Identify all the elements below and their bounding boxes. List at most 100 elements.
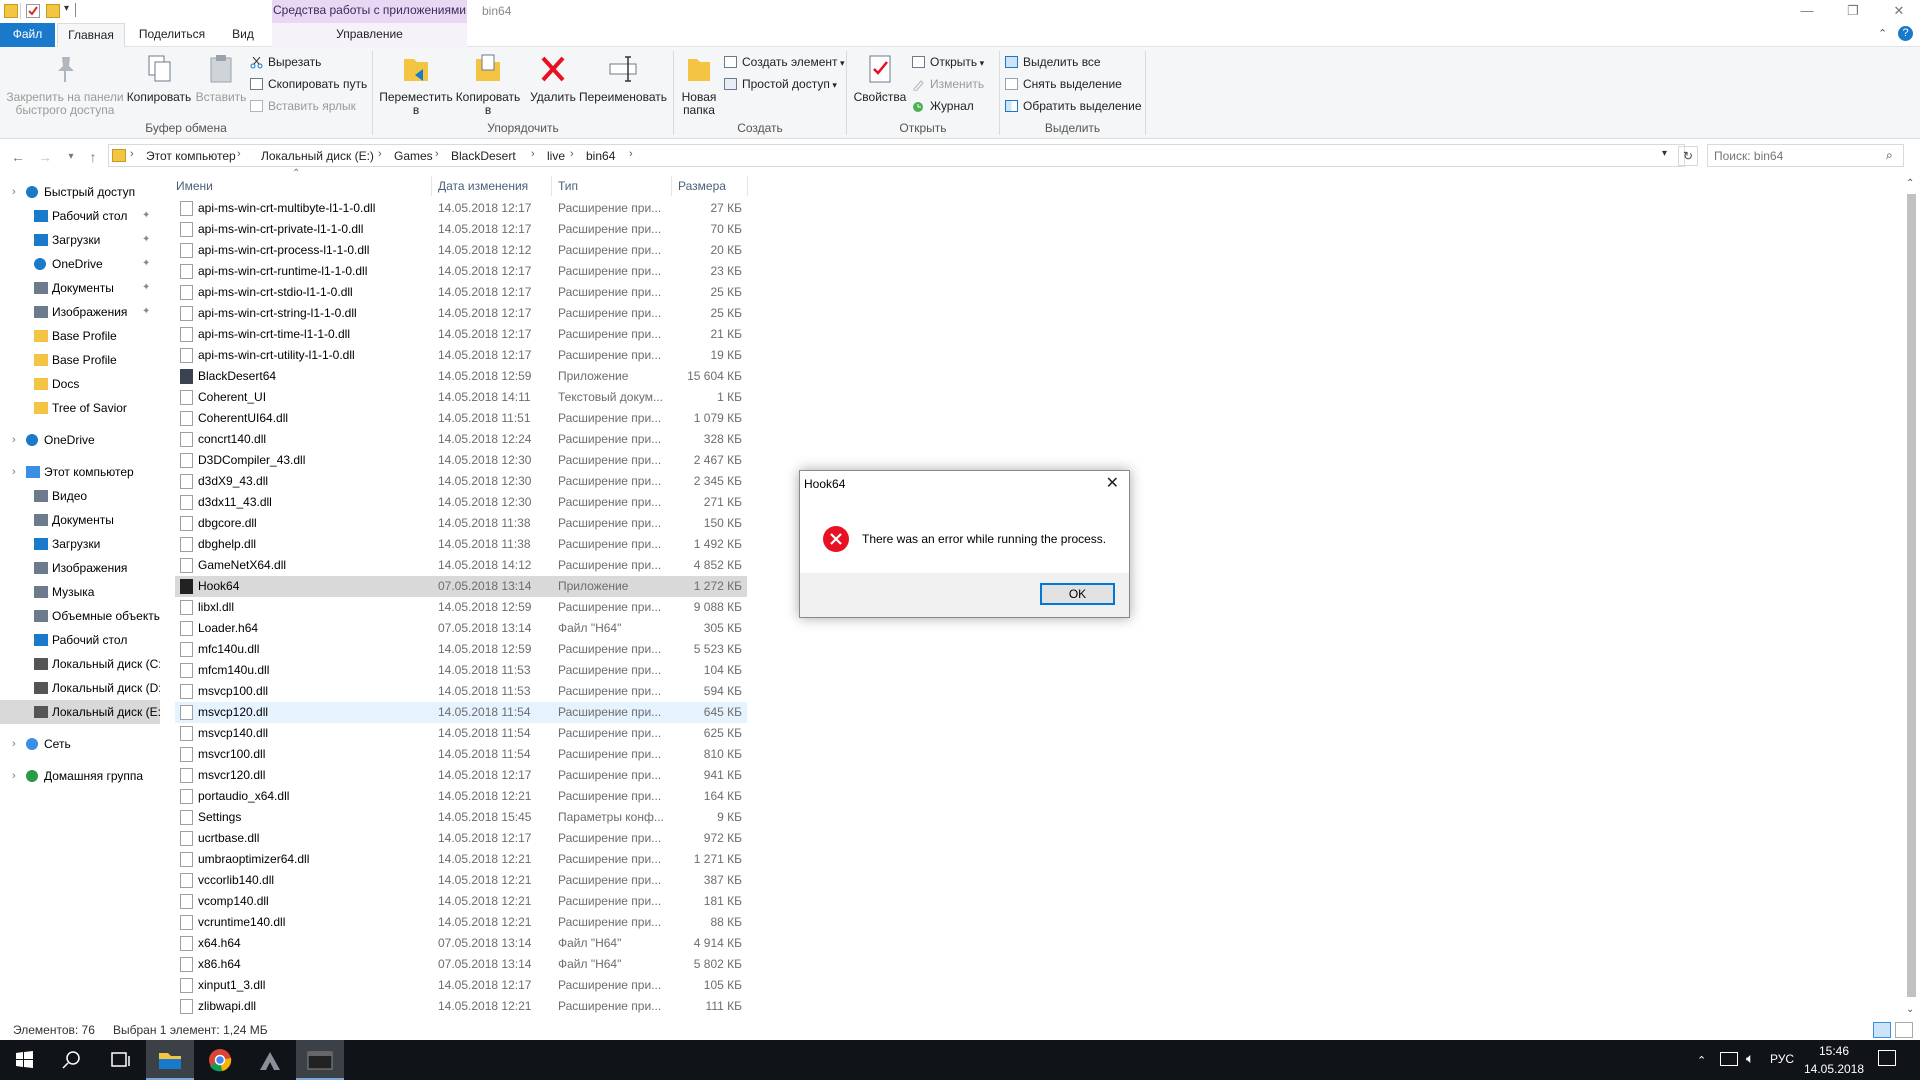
column-header-name[interactable]: Имени — [170, 176, 432, 196]
chevron-down-icon[interactable]: ▾ — [64, 3, 69, 14]
tab-manage[interactable]: Управление — [272, 23, 467, 47]
expand-chevron-icon[interactable]: › — [12, 732, 16, 756]
nav-item[interactable]: Рабочий стол ✦ — [0, 204, 160, 228]
nav-item[interactable]: › Домашняя группа — [0, 764, 160, 788]
nav-item[interactable]: Музыка — [0, 580, 160, 604]
file-row[interactable]: api-ms-win-crt-private-l1-1-0.dll 14.05.2… — [175, 219, 747, 240]
address-dropdown-icon[interactable]: ▾ — [1662, 148, 1667, 159]
nav-item[interactable]: Изображения — [0, 556, 160, 580]
pin-quick-access-button[interactable]: Закрепить на панели быстрого доступа — [4, 47, 126, 117]
easy-access-button[interactable]: Простой доступ ▾ — [724, 75, 837, 93]
ok-button[interactable]: OK — [1040, 583, 1115, 605]
tab-view[interactable]: Вид — [218, 23, 268, 47]
expand-chevron-icon[interactable]: › — [12, 428, 16, 452]
close-button[interactable]: ✕ — [1876, 0, 1920, 23]
chevron-right-icon[interactable]: › — [378, 148, 382, 160]
file-row[interactable]: Hook64 07.05.2018 13:14 Приложение 1 272 КБ — [175, 576, 747, 597]
expand-chevron-icon[interactable]: › — [12, 180, 16, 204]
maximize-button[interactable]: ❐ — [1830, 0, 1876, 23]
nav-item[interactable]: › Быстрый доступ — [0, 180, 160, 204]
properties-button[interactable]: Свойства — [852, 47, 908, 104]
file-row[interactable]: mfcm140u.dll 14.05.2018 11:53 Расширение п… — [175, 660, 747, 681]
large-icons-view-icon[interactable] — [1895, 1022, 1913, 1038]
properties-icon[interactable] — [26, 4, 40, 18]
start-button[interactable] — [0, 1040, 48, 1080]
nav-item[interactable]: Рабочий стол — [0, 628, 160, 652]
file-row[interactable]: api-ms-win-crt-time-l1-1-0.dll 14.05.2018… — [175, 324, 747, 345]
chevron-right-icon[interactable]: › — [570, 148, 574, 160]
file-row[interactable]: api-ms-win-crt-stdio-l1-1-0.dll 14.05.201… — [175, 282, 747, 303]
nav-item[interactable]: OneDrive ✦ — [0, 252, 160, 276]
search-icon[interactable] — [48, 1040, 96, 1080]
vertical-scrollbar[interactable]: ⌃ ⌄ — [1903, 176, 1920, 1020]
file-row[interactable]: xinput1_3.dll 14.05.2018 12:17 Расширение … — [175, 975, 747, 996]
details-view-icon[interactable] — [1873, 1022, 1891, 1038]
paste-shortcut-button[interactable]: Вставить ярлык — [250, 97, 356, 115]
nav-item[interactable]: Локальный диск (C:) — [0, 652, 160, 676]
recent-locations-chevron-icon[interactable]: ▾ — [62, 148, 80, 166]
nav-item[interactable]: Видео — [0, 484, 160, 508]
input-language[interactable]: РУС — [1770, 1052, 1794, 1066]
nav-item[interactable]: Локальный диск (E:) — [0, 700, 160, 724]
file-row[interactable]: concrt140.dll 14.05.2018 12:24 Расширение … — [175, 429, 747, 450]
nav-item[interactable]: Объемные объекты — [0, 604, 160, 628]
tab-file[interactable]: Файл — [0, 23, 55, 47]
nav-item[interactable]: Документы — [0, 508, 160, 532]
nav-item[interactable]: Base Profile — [0, 324, 160, 348]
file-row[interactable]: api-ms-win-crt-runtime-l1-1-0.dll 14.05.2… — [175, 261, 747, 282]
file-row[interactable]: BlackDesert64 14.05.2018 12:59 Приложение 1… — [175, 366, 747, 387]
file-row[interactable]: ucrtbase.dll 14.05.2018 12:17 Расширение п… — [175, 828, 747, 849]
file-row[interactable]: vcomp140.dll 14.05.2018 12:21 Расширение п… — [175, 891, 747, 912]
file-row[interactable]: CoherentUI64.dll 14.05.2018 11:51 Расширен… — [175, 408, 747, 429]
file-row[interactable]: portaudio_x64.dll 14.05.2018 12:21 Расшире… — [175, 786, 747, 807]
file-row[interactable]: api-ms-win-crt-process-l1-1-0.dll 14.05.2… — [175, 240, 747, 261]
copy-to-button[interactable]: Копировать в — [452, 47, 524, 117]
file-row[interactable]: Settings 14.05.2018 15:45 Параметры конф..… — [175, 807, 747, 828]
file-row[interactable]: msvcp120.dll 14.05.2018 11:54 Расширение п… — [175, 702, 747, 723]
breadcrumb-games[interactable]: Games — [394, 149, 433, 163]
clock[interactable]: 15:46 14.05.2018 — [1798, 1042, 1870, 1078]
chevron-right-icon[interactable]: › — [435, 148, 439, 160]
open-button[interactable]: Открыть ▾ — [912, 53, 984, 71]
nav-item[interactable]: Загрузки ✦ — [0, 228, 160, 252]
select-all-button[interactable]: Выделить все — [1005, 53, 1101, 71]
network-icon[interactable] — [1720, 1052, 1738, 1066]
scrollbar-thumb[interactable] — [1907, 194, 1916, 997]
show-hidden-icons-chevron-icon[interactable]: ⌃ — [1697, 1054, 1706, 1067]
file-row[interactable]: dbgcore.dll 14.05.2018 11:38 Расширение пр… — [175, 513, 747, 534]
help-icon[interactable]: ? — [1898, 26, 1913, 41]
file-row[interactable]: msvcp140.dll 14.05.2018 11:54 Расширение п… — [175, 723, 747, 744]
minimize-button[interactable]: — — [1784, 0, 1830, 23]
select-none-button[interactable]: Снять выделение — [1005, 75, 1122, 93]
column-header-size[interactable]: Размера — [672, 176, 748, 196]
chevron-right-icon[interactable]: › — [531, 148, 535, 160]
file-row[interactable]: libxl.dll 14.05.2018 12:59 Расширение при.… — [175, 597, 747, 618]
new-item-button[interactable]: Создать элемент ▾ — [724, 53, 845, 71]
action-center-icon[interactable] — [1878, 1050, 1896, 1066]
file-row[interactable]: api-ms-win-crt-utility-l1-1-0.dll 14.05.2… — [175, 345, 747, 366]
file-row[interactable]: d3dX9_43.dll 14.05.2018 12:30 Расширение п… — [175, 471, 747, 492]
expand-chevron-icon[interactable]: › — [12, 764, 16, 788]
column-header-type[interactable]: Тип — [552, 176, 672, 196]
cut-button[interactable]: Вырезать — [250, 53, 321, 71]
chrome-icon[interactable] — [196, 1040, 244, 1080]
breadcrumb-drive-e[interactable]: Локальный диск (E:) — [261, 149, 374, 163]
nav-item[interactable]: Локальный диск (D:) — [0, 676, 160, 700]
hook64-taskbar-icon[interactable] — [296, 1040, 344, 1080]
tab-home[interactable]: Главная — [57, 23, 125, 48]
file-explorer-taskbar-icon[interactable] — [146, 1040, 194, 1080]
scroll-up-icon[interactable]: ⌃ — [1906, 178, 1914, 189]
chevron-right-icon[interactable]: › — [237, 148, 241, 160]
file-row[interactable]: msvcr120.dll 14.05.2018 12:17 Расширение п… — [175, 765, 747, 786]
search-icon[interactable]: ⌕ — [1886, 148, 1893, 163]
nav-item[interactable]: › Сеть — [0, 732, 160, 756]
edit-button[interactable]: Изменить — [912, 75, 984, 93]
file-row[interactable]: vcruntime140.dll 14.05.2018 12:21 Расширен… — [175, 912, 747, 933]
file-row[interactable]: d3dx11_43.dll 14.05.2018 12:30 Расширение … — [175, 492, 747, 513]
breadcrumb-blackdesert[interactable]: BlackDesert — [451, 149, 516, 163]
file-row[interactable]: vccorlib140.dll 14.05.2018 12:21 Расширени… — [175, 870, 747, 891]
app-taskbar-icon[interactable] — [246, 1040, 294, 1080]
copy-path-button[interactable]: Скопировать путь — [250, 75, 367, 93]
search-box[interactable]: ⌕ — [1707, 144, 1904, 167]
file-row[interactable]: D3DCompiler_43.dll 14.05.2018 12:30 Расшир… — [175, 450, 747, 471]
